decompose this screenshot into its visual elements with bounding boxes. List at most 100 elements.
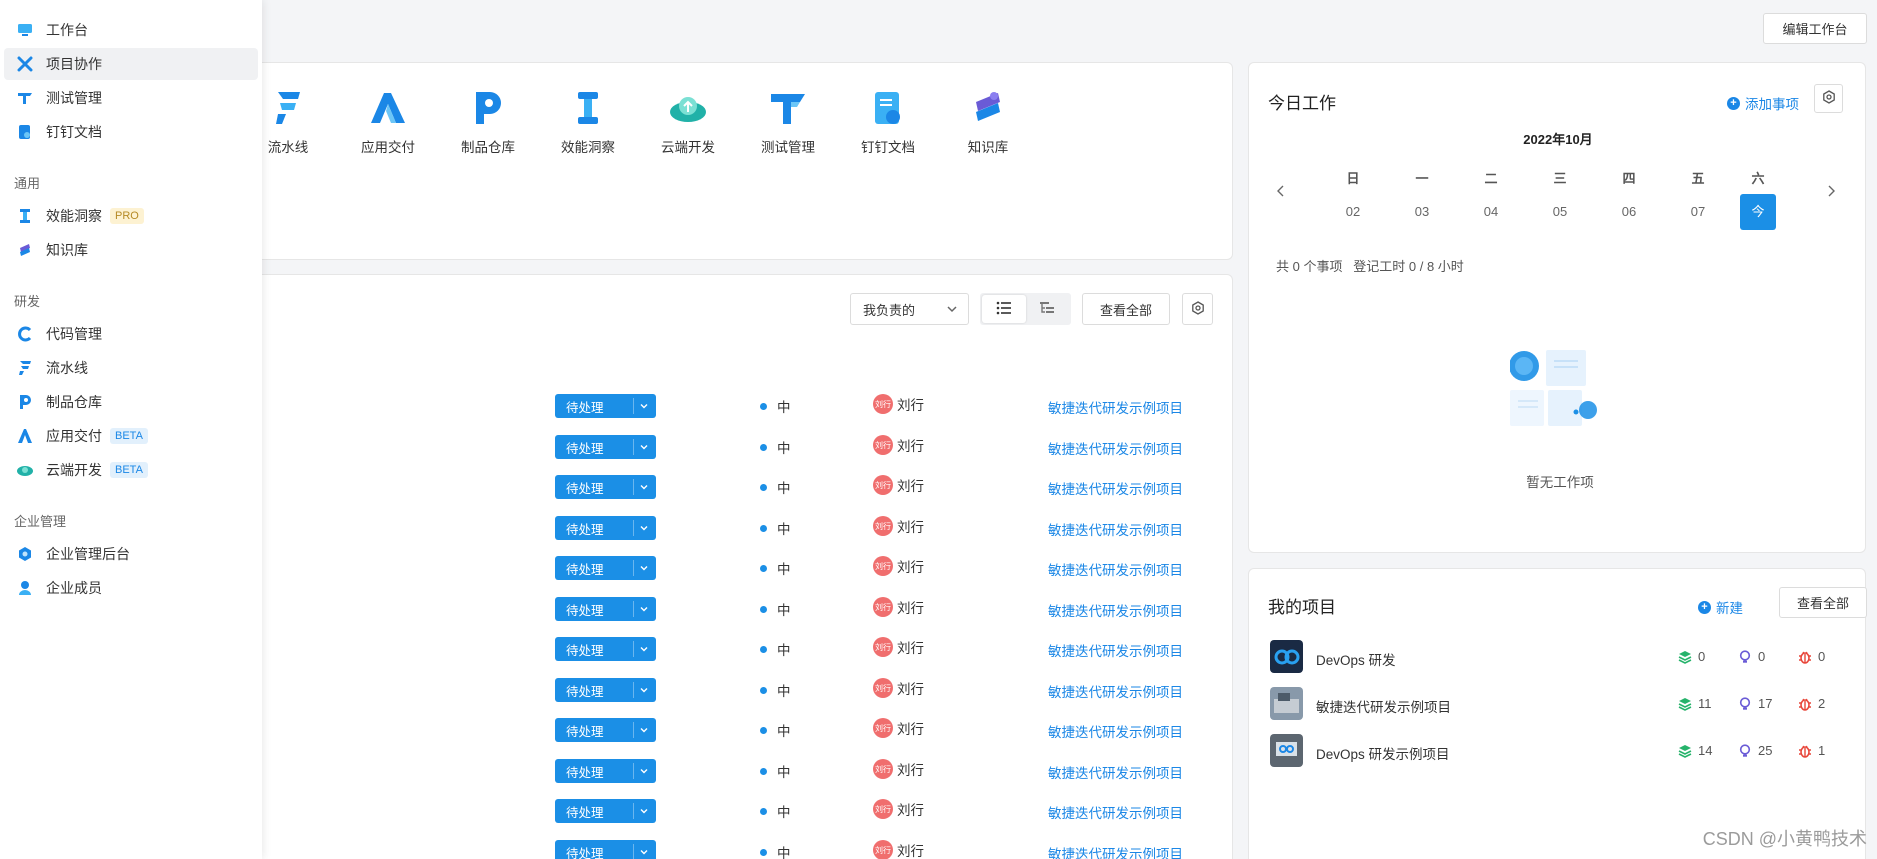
task-filter-select[interactable]: 我负责的 (850, 293, 969, 325)
app-tile-test-mgmt[interactable]: 测试管理 (743, 88, 833, 156)
status-dropdown[interactable]: 待处理 (555, 435, 656, 459)
owner-name: 刘行 (897, 641, 924, 656)
pipeline-icon (16, 359, 34, 377)
calendar-next-button[interactable] (1826, 184, 1836, 202)
project-link[interactable]: 敏捷迭代研发示例项目 (1048, 519, 1183, 539)
calendar-day[interactable]: 06 (1611, 194, 1647, 230)
sidebar-item-enterprise-admin[interactable]: 企业管理后台 (4, 538, 258, 570)
divider (633, 763, 634, 779)
sidebar-item-code[interactable]: 代码管理 (4, 318, 258, 350)
priority-label: 中 (777, 805, 791, 820)
project-row[interactable]: DevOps 研发 0 0 0 (1270, 640, 1830, 674)
chevron-down-icon (639, 846, 649, 859)
status-dropdown[interactable]: 待处理 (555, 759, 656, 783)
owner-name: 刘行 (897, 763, 924, 778)
status-dropdown[interactable]: 待处理 (555, 718, 656, 742)
calendar-day[interactable]: 05 (1542, 194, 1578, 230)
status-dropdown[interactable]: 待处理 (555, 394, 656, 418)
priority: 中 (760, 477, 791, 497)
sidebar-item-pipeline[interactable]: 流水线 (4, 352, 258, 384)
list-view-button[interactable] (982, 295, 1026, 323)
project-link[interactable]: 敏捷迭代研发示例项目 (1048, 681, 1183, 701)
app-tile-knowledge[interactable]: 知识库 (943, 88, 1033, 156)
today-title: 今日工作 (1268, 94, 1336, 113)
sidebar-item-knowledge[interactable]: 知识库 (4, 234, 258, 266)
projects-view-all-button[interactable]: 查看全部 (1779, 587, 1867, 618)
calendar-day[interactable]: 07 (1680, 194, 1716, 230)
app-tile-artifact[interactable]: 制品仓库 (443, 88, 533, 156)
lightbulb-icon (1739, 649, 1751, 663)
status-dropdown[interactable]: 待处理 (555, 516, 656, 540)
project-link[interactable]: 敏捷迭代研发示例项目 (1048, 762, 1183, 782)
sidebar-item-insight[interactable]: 效能洞察 PRO (4, 200, 258, 232)
stat-value: 0 (1698, 649, 1706, 664)
app-label: 效能洞察 (561, 140, 615, 155)
tasks-settings-button[interactable] (1182, 293, 1213, 325)
edit-workbench-button[interactable]: 编辑工作台 (1763, 13, 1867, 44)
calendar-day[interactable]: 03 (1404, 194, 1440, 230)
sidebar-item-workbench[interactable]: 工作台 (4, 14, 258, 46)
project-link[interactable]: 敏捷迭代研发示例项目 (1048, 802, 1183, 822)
status-label: 待处理 (566, 562, 604, 577)
sidebar-item-label: 云端开发 (46, 462, 102, 478)
app-label: 知识库 (967, 140, 1009, 155)
calendar-weekday: 三 (1553, 171, 1567, 186)
add-item-link[interactable]: + 添加事项 (1727, 93, 1799, 113)
project-link[interactable]: 敏捷迭代研发示例项目 (1048, 843, 1183, 859)
status-dropdown[interactable]: 待处理 (555, 597, 656, 621)
avatar: 刘行 (873, 840, 893, 859)
tree-view-button[interactable] (1026, 295, 1070, 323)
calendar-weekday: 六 (1751, 171, 1765, 186)
project-row[interactable]: 敏捷迭代研发示例项目 11 17 2 (1270, 687, 1830, 721)
app-label: 应用交付 (361, 140, 415, 155)
monitor-icon (16, 21, 34, 39)
project-link[interactable]: 敏捷迭代研发示例项目 (1048, 478, 1183, 498)
sidebar-item-label: 测试管理 (46, 90, 102, 106)
priority: 中 (760, 842, 791, 859)
calendar-weekday: 二 (1484, 171, 1498, 186)
status-dropdown[interactable]: 待处理 (555, 799, 656, 823)
project-link[interactable]: 敏捷迭代研发示例项目 (1048, 640, 1183, 660)
stat-value: 14 (1698, 743, 1713, 758)
app-tile-dingtalk-docs[interactable]: 钉钉文档 (843, 88, 933, 156)
app-tile-cloud-dev[interactable]: 云端开发 (643, 88, 733, 156)
sidebar-item-artifact[interactable]: 制品仓库 (4, 386, 258, 418)
app-tile-app-delivery[interactable]: 应用交付 (343, 88, 433, 156)
sidebar-item-project-collab[interactable]: 项目协作 (4, 48, 258, 80)
chevron-down-icon (639, 643, 649, 657)
calendar-prev-button[interactable] (1276, 184, 1286, 202)
chevron-down-icon (639, 441, 649, 455)
calendar-day[interactable]: 02 (1335, 194, 1371, 230)
sidebar-item-dingtalk-docs[interactable]: 钉钉文档 (4, 116, 258, 148)
project-row[interactable]: DevOps 研发示例项目 14 25 1 (1270, 734, 1830, 768)
layers-icon (1678, 697, 1692, 711)
status-dropdown[interactable]: 待处理 (555, 475, 656, 499)
app-tile-insight[interactable]: 效能洞察 (543, 88, 633, 156)
new-project-link[interactable]: + 新建 (1698, 597, 1743, 617)
project-link[interactable]: 敏捷迭代研发示例项目 (1048, 397, 1183, 417)
status-dropdown[interactable]: 待处理 (555, 556, 656, 580)
project-link[interactable]: 敏捷迭代研发示例项目 (1048, 600, 1183, 620)
status-dropdown[interactable]: 待处理 (555, 637, 656, 661)
status-label: 待处理 (566, 684, 604, 699)
status-dropdown[interactable]: 待处理 (555, 678, 656, 702)
today-settings-button[interactable] (1814, 84, 1843, 113)
tasks-view-all-button[interactable]: 查看全部 (1082, 293, 1170, 325)
sidebar-item-cloud-dev[interactable]: 云端开发 BETA (4, 454, 258, 486)
sidebar-item-label: 效能洞察 (46, 208, 102, 224)
sidebar-item-members[interactable]: 企业成员 (4, 572, 258, 604)
project-link[interactable]: 敏捷迭代研发示例项目 (1048, 721, 1183, 741)
layers-icon (1678, 744, 1692, 758)
status-dropdown[interactable]: 待处理 (555, 840, 656, 859)
project-link[interactable]: 敏捷迭代研发示例项目 (1048, 438, 1183, 458)
priority-label: 中 (777, 603, 791, 618)
priority-dot (760, 686, 767, 694)
calendar-day-today[interactable]: 今 (1740, 194, 1776, 230)
sidebar-item-app-delivery[interactable]: 应用交付 BETA (4, 420, 258, 452)
divider (633, 682, 634, 698)
project-link[interactable]: 敏捷迭代研发示例项目 (1048, 559, 1183, 579)
stat-value: 0 (1758, 649, 1766, 664)
calendar-day[interactable]: 04 (1473, 194, 1509, 230)
avatar: 刘行 (873, 759, 893, 779)
sidebar-item-test-mgmt[interactable]: 测试管理 (4, 82, 258, 114)
